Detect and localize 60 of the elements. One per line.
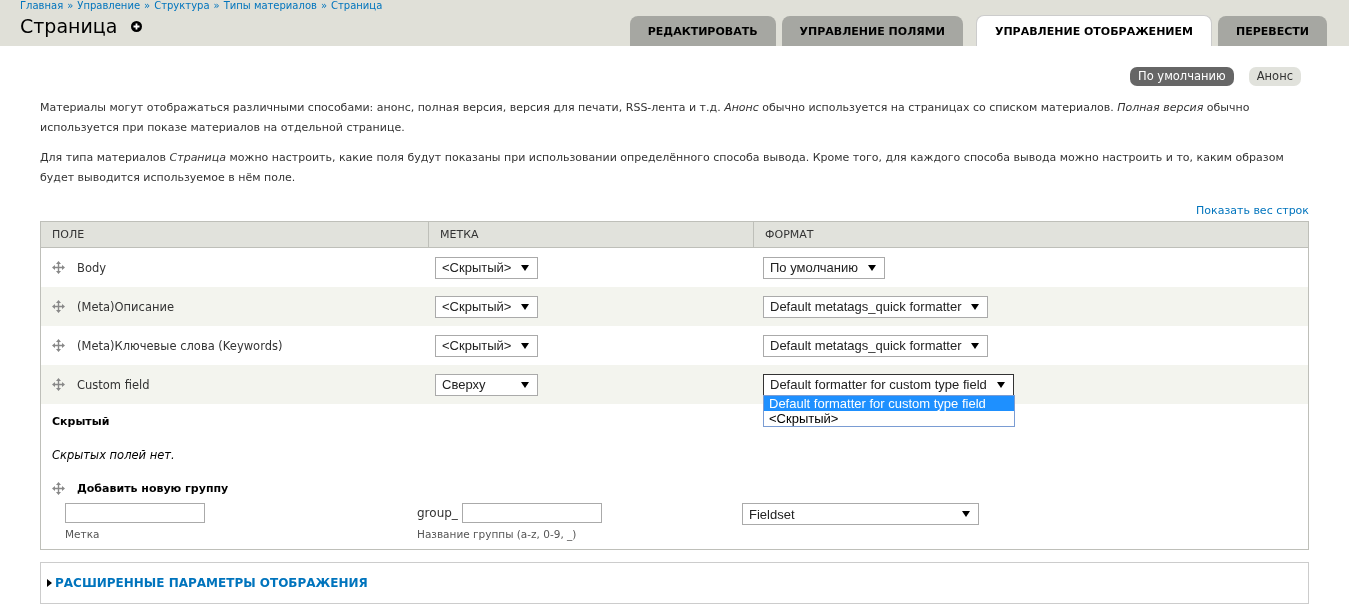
dropdown-option[interactable]: <Скрытый> [764, 411, 1014, 426]
breadcrumb-link[interactable]: Главная [20, 0, 64, 11]
show-weights-link[interactable]: Показать вес строк [1196, 204, 1309, 217]
select-field[interactable]: По умолчанию [763, 256, 885, 279]
select-field[interactable]: <Скрытый> [435, 295, 538, 318]
select-field[interactable]: <Скрытый> [435, 256, 538, 279]
caret-icon [521, 342, 530, 349]
tab[interactable]: УПРАВЛЕНИЕ ОТОБРАЖЕНИЕМ [975, 15, 1212, 46]
caret-icon [867, 264, 876, 271]
caret-icon [996, 381, 1005, 388]
caret-icon [521, 303, 530, 310]
select-field[interactable]: Default formatter for custom type field [763, 373, 1014, 396]
field-prefix: group_ [417, 506, 458, 520]
caret-icon [971, 342, 980, 349]
column-header: МЕТКА [428, 222, 753, 248]
breadcrumb-separator: » [67, 0, 74, 11]
caret-icon [521, 264, 530, 271]
field-description: Название группы (a-z, 0-9, _) [417, 528, 578, 540]
breadcrumb-link[interactable]: Страница [331, 0, 383, 11]
field-name: Body [77, 260, 107, 275]
select-field[interactable]: Default metatags_quick formatter [763, 295, 989, 318]
drag-handle-icon[interactable] [52, 482, 65, 495]
column-header: ФОРМАТ [753, 222, 1308, 248]
field-name: (Meta)Ключевые слова (Keywords) [77, 338, 283, 353]
select-field[interactable]: <Скрытый> [435, 334, 538, 357]
empty-message: Скрытых полей нет. [52, 448, 176, 462]
add-shortcut-icon[interactable] [131, 20, 143, 32]
column-header: ПОЛЕ [41, 222, 428, 248]
breadcrumb-link[interactable]: Типы материалов [223, 0, 317, 11]
drag-handle-icon[interactable] [52, 300, 65, 313]
page-title: Страница [20, 15, 118, 37]
select-field[interactable]: Fieldset [742, 503, 979, 525]
view-mode-tab[interactable]: По умолчанию [1130, 67, 1234, 86]
section-toggle-link[interactable]: РАСШИРЕННЫЕ ПАРАМЕТРЫ ОТОБРАЖЕНИЯ [55, 576, 368, 590]
add-group-title: Добавить новую группу [77, 482, 229, 495]
caret-icon [521, 381, 529, 388]
drag-handle-icon[interactable] [52, 378, 65, 391]
description-text: Материалы могут отображаться различными способами: анонс, полная версия, версия для печати, RSS-лента и т.д. Анонс обычно используется на страницах со списком материалов. Полная версия обычно используется при показе материалов на отдельной странице. [39, 100, 1251, 136]
caret-icon [962, 511, 970, 517]
view-mode-tab[interactable]: Анонс [1248, 67, 1301, 86]
tab[interactable]: УПРАВЛЕНИЕ ПОЛЯМИ [781, 16, 963, 46]
field-name: (Meta)Описание [77, 299, 174, 314]
select-field[interactable]: Сверху [435, 373, 538, 396]
group-label-input[interactable] [65, 503, 205, 523]
tab[interactable]: ПЕРЕВЕСТИ [1218, 16, 1327, 46]
tab[interactable]: РЕДАКТИРОВАТЬ [629, 16, 776, 46]
caret-icon [971, 303, 980, 310]
select-field[interactable]: Default metatags_quick formatter [763, 334, 989, 357]
drag-handle-icon[interactable] [52, 261, 65, 274]
description-text: Для типа материалов Страница можно настроить, какие поля будут показаны при использовании определённого способа вывода. Кроме того, для каждого способа вывода можно настроить и то, каким образом будет выводится используемое в нём поле. [39, 150, 1285, 186]
breadcrumb-separator: » [320, 0, 328, 11]
breadcrumb-separator: » [213, 0, 220, 11]
field-name: Custom field [77, 377, 150, 392]
breadcrumb-separator: » [144, 0, 151, 11]
drag-handle-icon[interactable] [52, 339, 65, 352]
group-name-input[interactable] [461, 503, 602, 523]
field-description: Метка [65, 528, 101, 540]
breadcrumb-link[interactable]: Управление [77, 0, 141, 11]
breadcrumb-link[interactable]: Структура [154, 0, 210, 11]
region-title: Скрытый [52, 415, 110, 428]
